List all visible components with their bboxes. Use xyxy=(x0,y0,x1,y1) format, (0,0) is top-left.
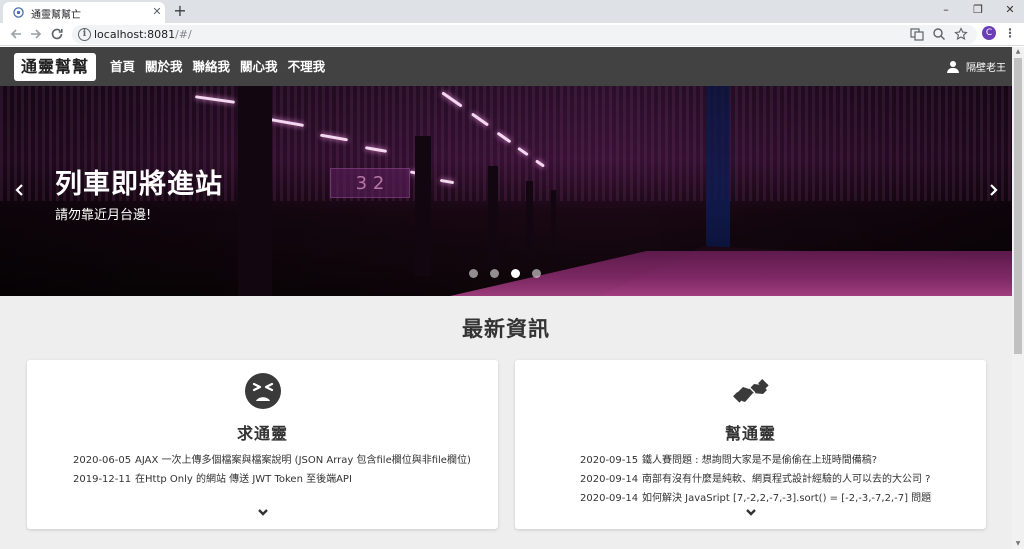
nav-link-contact[interactable]: 聯絡我 xyxy=(193,47,231,86)
profile-avatar[interactable]: C xyxy=(982,26,996,40)
vue-logo-icon xyxy=(13,7,24,18)
maximize-button[interactable]: ❐ xyxy=(962,0,994,20)
news-item[interactable]: 2020-09-14 南部有沒有什麼是純軟、網頁程式設計經驗的人可以去的大公司 ? xyxy=(580,470,931,485)
site-brand[interactable]: 通靈幫幫亡 xyxy=(14,53,96,104)
chevron-down-icon[interactable] xyxy=(256,508,270,518)
nav-links: 首頁 關於我 聯絡我 關心我 不理我 xyxy=(110,47,335,86)
translate-icon[interactable] xyxy=(910,27,924,41)
carousel-dot-1[interactable] xyxy=(469,269,478,278)
bookmark-star-icon[interactable] xyxy=(954,27,968,41)
handshake-icon xyxy=(732,379,769,405)
news-item[interactable]: 2020-09-15 鐵人賽問題 : 想詢問大家是不是偷偷在上班時間備稿? xyxy=(580,451,877,466)
nav-link-about[interactable]: 關於我 xyxy=(145,47,183,86)
slide-title: 列車即將進站 xyxy=(55,169,223,200)
card-help: 幫通靈 2020-09-15 鐵人賽問題 : 想詢問大家是不是偷偷在上班時間備稿?… xyxy=(515,360,986,529)
slide-subtitle: 請勿靠近月台邊! xyxy=(55,208,152,223)
browser-menu-icon[interactable]: ⋮ xyxy=(1004,26,1016,42)
hero-carousel: 3 2 列車即將進站 請勿靠近月台邊! xyxy=(0,86,1012,296)
close-window-button[interactable]: ✕ xyxy=(994,0,1024,20)
site-navbar: 通靈幫幫亡 首頁 關於我 聯絡我 關心我 不理我 隔壁老王 xyxy=(0,47,1012,104)
scroll-down-icon[interactable]: ▼ xyxy=(1014,540,1022,548)
browser-toolbar: i localhost:8081/#/ C ⋮ xyxy=(0,23,1024,46)
tab-close-icon[interactable]: ✕ xyxy=(151,5,163,19)
nav-link-ignore[interactable]: 不理我 xyxy=(288,47,326,86)
chevron-down-icon[interactable] xyxy=(744,508,758,518)
browser-tabstrip: 通靈幫幫亡 ✕ + – ❐ ✕ xyxy=(0,0,1024,23)
news-item[interactable]: 2019-12-11 在Http Only 的網站 傳送 JWT Token 至後… xyxy=(73,470,352,485)
page-scrollbar[interactable]: ▲ ▼ xyxy=(1012,47,1024,549)
user-menu[interactable]: 隔壁老王 xyxy=(947,47,1006,86)
platform-sign: 3 2 xyxy=(330,168,410,198)
url-text[interactable]: localhost:8081/#/ xyxy=(94,28,192,41)
forward-arrow-icon[interactable] xyxy=(28,26,44,42)
carousel-prev-icon[interactable] xyxy=(12,180,28,200)
browser-tab[interactable]: 通靈幫幫亡 ✕ xyxy=(3,2,165,23)
address-bar[interactable]: i localhost:8081/#/ xyxy=(72,25,977,44)
card-title: 求通靈 xyxy=(236,424,288,443)
tired-face-icon xyxy=(244,373,281,409)
carousel-dot-2[interactable] xyxy=(490,269,499,278)
zoom-icon[interactable] xyxy=(932,27,946,41)
nav-link-home[interactable]: 首頁 xyxy=(110,47,135,86)
card-seek: 求通靈 2020-06-05 AJAX 一次上傳多個檔案與檔案說明 (JSON A… xyxy=(27,360,498,529)
nav-link-care[interactable]: 關心我 xyxy=(240,47,278,86)
news-item[interactable]: 2020-06-05 AJAX 一次上傳多個檔案與檔案說明 (JSON Array… xyxy=(73,451,471,466)
scrollbar-thumb[interactable] xyxy=(1014,58,1022,354)
card-title: 幫通靈 xyxy=(724,424,776,443)
scroll-up-icon[interactable]: ▲ xyxy=(1014,48,1022,56)
minimize-button[interactable]: – xyxy=(930,0,962,20)
carousel-dot-3[interactable] xyxy=(511,269,520,278)
carousel-dot-4[interactable] xyxy=(532,269,541,278)
user-name: 隔壁老王 xyxy=(966,63,1006,74)
user-icon xyxy=(947,60,959,73)
info-icon[interactable]: i xyxy=(78,28,91,41)
news-item[interactable]: 2020-09-14 如何解決 JavaSript [7,-2,2,-7,-3].… xyxy=(580,489,931,504)
carousel-next-icon[interactable] xyxy=(985,180,1001,200)
back-arrow-icon[interactable] xyxy=(8,26,24,42)
new-tab-button[interactable]: + xyxy=(172,1,188,21)
reload-icon[interactable] xyxy=(49,26,65,42)
page-content: 通靈幫幫亡 首頁 關於我 聯絡我 關心我 不理我 隔壁老王 xyxy=(0,47,1012,549)
tab-title: 通靈幫幫亡 xyxy=(31,10,81,21)
section-title: 最新資訊 xyxy=(462,317,550,341)
carousel-indicators xyxy=(469,269,553,278)
